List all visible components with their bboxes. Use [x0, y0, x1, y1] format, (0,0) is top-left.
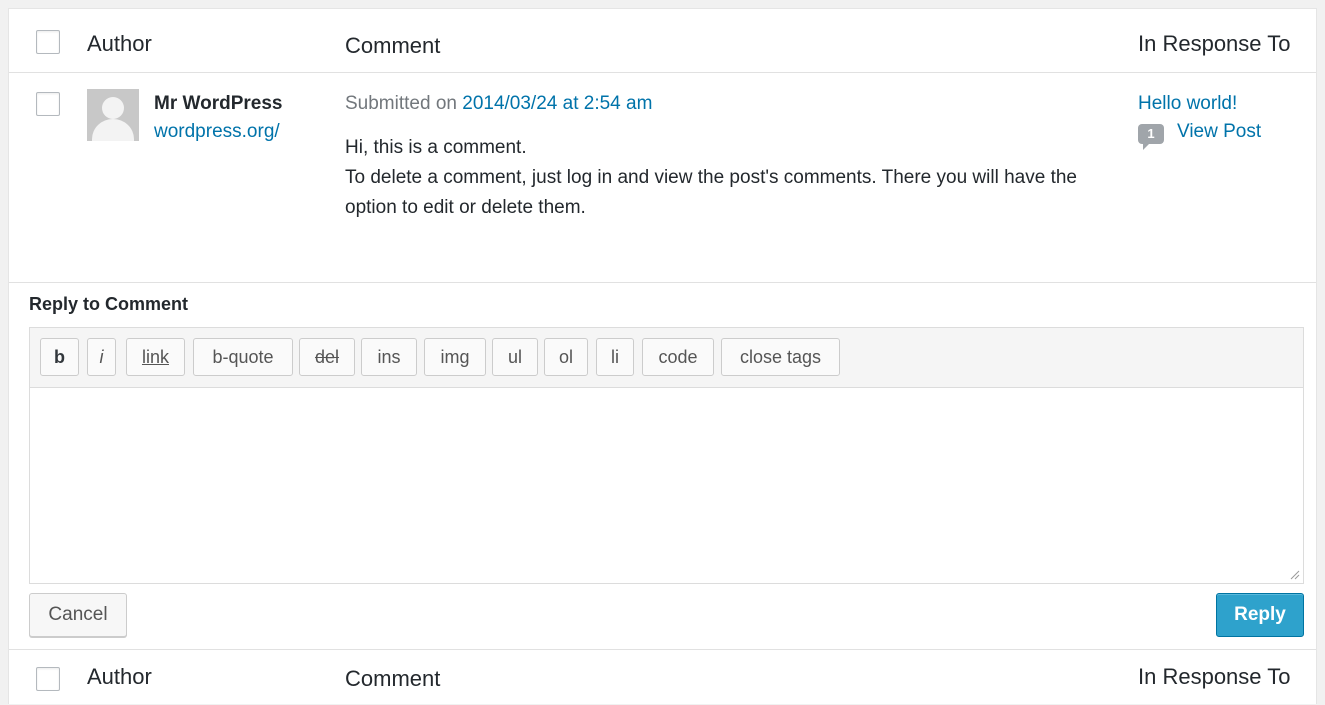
- quicktags-toolbar: b i link b-quote del ins img ul ol li co…: [29, 327, 1304, 387]
- author-name: Mr WordPress: [154, 93, 283, 114]
- quicktag-li-button[interactable]: li: [596, 338, 634, 376]
- comment-date-link[interactable]: 2014/03/24 at 2:54 am: [462, 93, 652, 114]
- column-in-response-to-bottom[interactable]: In Response To: [1138, 664, 1290, 690]
- quicktag-del-button[interactable]: del: [299, 338, 355, 376]
- comment-text: Hi, this is a comment. To delete a comme…: [345, 133, 1125, 223]
- quicktag-italic-button[interactable]: i: [87, 338, 116, 376]
- post-title-link[interactable]: Hello world!: [1138, 93, 1237, 115]
- column-in-response-to[interactable]: In Response To: [1138, 31, 1290, 57]
- column-comment: Comment: [345, 33, 441, 58]
- column-author-bottom[interactable]: Author: [87, 664, 152, 690]
- quicktag-close-tags-button[interactable]: close tags: [721, 338, 840, 376]
- comments-table: Author Comment In Response To Mr WordPre…: [8, 8, 1317, 704]
- submitted-prefix: Submitted on: [345, 93, 457, 114]
- row-checkbox[interactable]: [36, 92, 60, 116]
- reply-heading: Reply to Comment: [29, 294, 189, 314]
- resize-grip-icon[interactable]: [1288, 568, 1300, 580]
- quicktag-link-button[interactable]: link: [126, 338, 185, 376]
- cancel-button[interactable]: Cancel: [29, 593, 127, 637]
- table-header: Author Comment In Response To: [9, 9, 1316, 73]
- comment-line-1: Hi, this is a comment.: [345, 137, 527, 158]
- quicktag-ins-button[interactable]: ins: [361, 338, 417, 376]
- table-row: Mr WordPress wordpress.org/ Submitted on…: [9, 73, 1316, 283]
- quicktag-ol-button[interactable]: ol: [544, 338, 588, 376]
- submitted-on: Submitted on 2014/03/24 at 2:54 am: [345, 93, 652, 115]
- table-footer: Author Comment In Response To: [9, 649, 1316, 705]
- quicktag-img-button[interactable]: img: [424, 338, 486, 376]
- quicktag-code-button[interactable]: code: [642, 338, 714, 376]
- quicktag-bold-button[interactable]: b: [40, 338, 79, 376]
- view-post-link[interactable]: View Post: [1177, 121, 1261, 143]
- comment-count-bubble-icon[interactable]: 1: [1138, 124, 1164, 150]
- select-all-checkbox-bottom[interactable]: [36, 667, 60, 691]
- quicktag-ul-button[interactable]: ul: [492, 338, 538, 376]
- select-all-checkbox[interactable]: [36, 30, 60, 54]
- reply-button[interactable]: Reply: [1216, 593, 1304, 637]
- column-author[interactable]: Author: [87, 31, 152, 57]
- author-url-link[interactable]: wordpress.org/: [154, 121, 280, 143]
- quicktag-bquote-button[interactable]: b-quote: [193, 338, 293, 376]
- avatar: [87, 89, 139, 141]
- column-comment-bottom: Comment: [345, 666, 441, 691]
- reply-textarea[interactable]: [29, 387, 1304, 584]
- comment-line-2: To delete a comment, just log in and vie…: [345, 167, 1077, 218]
